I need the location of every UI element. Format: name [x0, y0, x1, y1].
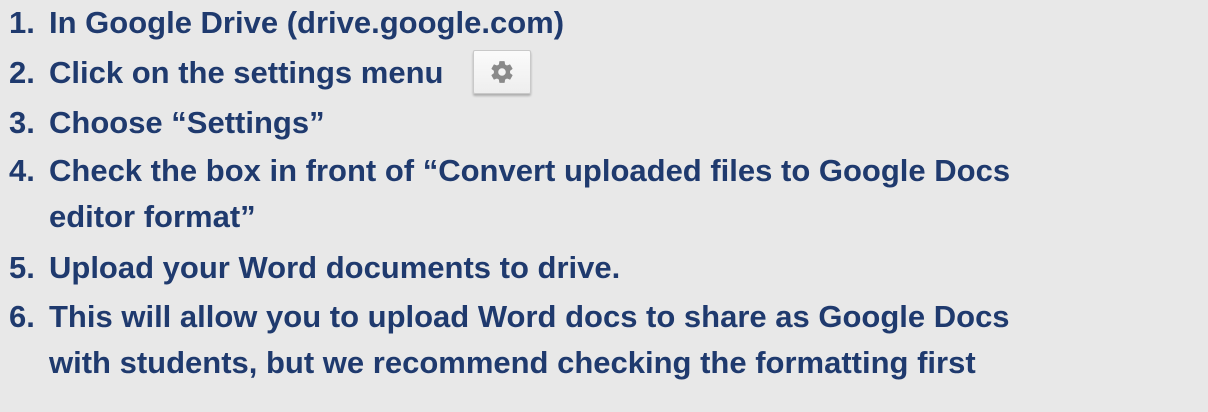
step-number: 1.	[9, 5, 35, 40]
step-text-line: This will allow you to upload Word docs …	[49, 299, 1010, 334]
instruction-page: 1. In Google Drive (drive.google.com) 2.…	[0, 0, 1208, 412]
step-text-line: Choose “Settings”	[49, 105, 325, 140]
step-text-line: editor format”	[49, 199, 256, 234]
step-number: 6.	[9, 299, 35, 334]
step-text: Click on the settings menu	[49, 49, 1198, 97]
step-text-line: Click on the settings menu	[49, 55, 444, 90]
settings-gear-button	[473, 49, 532, 94]
gear-icon	[491, 60, 513, 83]
step-text: Upload your Word documents to drive.	[49, 245, 1198, 291]
step-1: 1. In Google Drive (drive.google.com)	[9, 0, 1198, 46]
step-text-line: with students, but we recommend checking…	[49, 345, 976, 380]
step-3: 3. Choose “Settings”	[9, 100, 1198, 146]
step-number: 3.	[9, 105, 35, 140]
step-5: 5. Upload your Word documents to drive.	[9, 245, 1198, 291]
step-6: 6. This will allow you to upload Word do…	[9, 294, 1198, 386]
step-number: 2.	[9, 55, 35, 90]
step-text-line: Upload your Word documents to drive.	[49, 250, 621, 285]
step-text: Choose “Settings”	[49, 100, 1198, 146]
step-4: 4. Check the box in front of “Convert up…	[9, 148, 1198, 240]
step-text: In Google Drive (drive.google.com)	[49, 0, 1198, 46]
step-number: 5.	[9, 250, 35, 285]
step-2: 2. Click on the settings menu	[9, 49, 1198, 97]
step-text-line: In Google Drive (drive.google.com)	[49, 5, 565, 40]
step-text: Check the box in front of “Convert uploa…	[49, 148, 1198, 240]
step-text: This will allow you to upload Word docs …	[49, 294, 1198, 386]
step-text-line: Check the box in front of “Convert uploa…	[49, 153, 1011, 188]
step-number: 4.	[9, 153, 35, 188]
